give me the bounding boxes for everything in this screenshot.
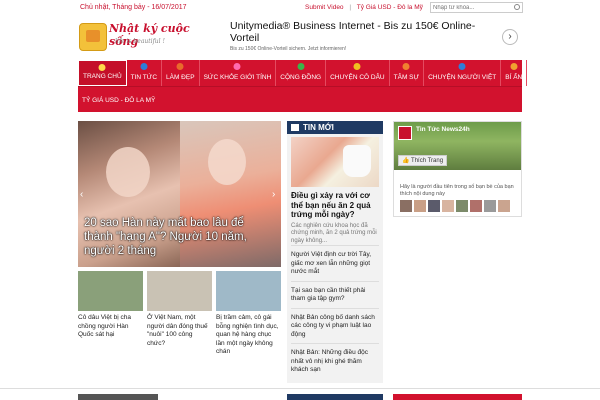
nav-item[interactable]: TÂM SỰ [390, 60, 425, 86]
nav-item-label: TIN TỨC [130, 74, 158, 81]
latest-news-item[interactable]: Người Việt định cư trời Tây, giấc mơ xen… [291, 245, 379, 281]
next-section-header-right [393, 394, 522, 400]
thumbnail-title[interactable]: Bị trầm cảm, cô gái bỗng nghiện tình dục… [216, 314, 281, 357]
thumbnail-title[interactable]: Ở Việt Nam, một người dân đóng thuế "nuô… [147, 314, 212, 348]
logo-icon [79, 23, 107, 51]
nav-item-label: CỘNG ĐỒNG [280, 74, 322, 81]
next-section-header-left [78, 394, 158, 400]
latest-news-item[interactable]: Tại sao bạn cần thiết phải tham gia tập … [291, 280, 379, 308]
latest-news-main-title[interactable]: Điều gì xảy ra với cơ thể bạn nếu ăn 2 q… [291, 191, 379, 220]
link-separator: | [349, 4, 352, 11]
nav-item-label: TRANG CHỦ [83, 73, 122, 80]
facebook-like-button[interactable]: 👍 Thích Trang [398, 155, 448, 166]
thumbnail-article[interactable]: Bị trầm cảm, cô gái bỗng nghiện tình dục… [216, 271, 281, 357]
current-date: Chủ nhật, Tháng bảy - 16/07/2017 [80, 4, 187, 11]
friend-avatar [414, 200, 426, 212]
latest-news-main-desc: Các nghiên cứu khoa học đã chứng minh, ă… [291, 222, 377, 244]
nav-item[interactable]: BÍ ẨN [501, 60, 528, 86]
nav-item-label: CHUYỆN NGƯỜI VIỆT [428, 74, 497, 81]
nav-item-exchange-rate[interactable]: TỶ GIÁ USD - ĐÔ LA MỸ [78, 87, 159, 113]
friend-avatar [428, 200, 440, 212]
nav-category-icon [140, 63, 148, 70]
friend-avatar [456, 200, 468, 212]
exchange-rate-link[interactable]: Tỷ Giá USD - Đô la Mỹ [357, 4, 423, 11]
facebook-page-name[interactable]: Tin Tức News24h [416, 126, 470, 133]
featured-article[interactable]: 20 sao Hàn này mất bao lâu để thành "hạn… [78, 121, 281, 267]
friend-avatar [470, 200, 482, 212]
nav-item-label: TÂM SỰ [393, 74, 420, 81]
submit-video-link[interactable]: Submit Video [305, 4, 344, 11]
nav-category-icon [402, 63, 410, 70]
featured-portrait-1 [106, 147, 150, 197]
search-icon[interactable] [514, 4, 520, 10]
friend-avatar [442, 200, 454, 212]
thumbnail-article[interactable]: Ở Việt Nam, một người dân đóng thuế "nuô… [147, 271, 212, 348]
nav-item[interactable]: CHUYỆN CÔ DÂU [326, 60, 390, 86]
nav-category-icon [458, 63, 466, 70]
latest-news-panel: TIN MỚI Điều gì xảy ra với cơ thể bạn nế… [287, 121, 383, 383]
search-box[interactable] [430, 2, 523, 13]
thumbnail-image[interactable] [78, 271, 143, 311]
nav-category-icon [176, 63, 184, 70]
ad-title[interactable]: Unitymedia® Business Internet - Bis zu 1… [230, 20, 490, 44]
advertisement[interactable]: Unitymedia® Business Internet - Bis zu 1… [230, 20, 522, 52]
thumbnail-image[interactable] [147, 271, 212, 311]
news-flag-icon [291, 124, 299, 131]
nav-item[interactable]: SỨC KHỎE GIỚI TÍNH [200, 60, 277, 86]
nav-category-icon [297, 63, 305, 70]
nav-category-icon [353, 63, 361, 70]
main-navigation: TRANG CHỦ TIN TỨC LÀM ĐẸP SỨC KHỎE GIỚI TÍN… [78, 60, 528, 112]
facebook-friends-text: Hãy là người đầu tiên trong số bạn bè củ… [400, 184, 514, 197]
friend-avatar [400, 200, 412, 212]
facebook-like-label: Thích Trang [411, 158, 444, 164]
site-logo[interactable]: Nhật ký cuộc sống life is beautiful ! [79, 20, 207, 54]
latest-news-header: TIN MỚI [287, 121, 383, 134]
nav-item[interactable]: CỘNG ĐỒNG [276, 60, 327, 86]
latest-news-list: Người Việt định cư trời Tây, giấc mơ xen… [291, 245, 379, 379]
like-icon: 👍 [402, 158, 410, 164]
nav-category-icon [510, 63, 518, 70]
latest-news-title: TIN MỚI [303, 123, 334, 132]
next-section-header-middle [287, 394, 383, 400]
nav-item[interactable]: CHUYỆN NGƯỜI VIỆT [424, 60, 502, 86]
nav-item[interactable]: LÀM ĐẸP [162, 60, 200, 86]
latest-news-image[interactable] [291, 137, 379, 187]
top-links: Submit Video | Tỷ Giá USD - Đô la Mỹ [305, 4, 427, 11]
nav-item-label: LÀM ĐẸP [166, 74, 195, 81]
facebook-page-box: Tin Tức News24h 👍 Thích Trang Hãy là ngư… [393, 121, 522, 217]
latest-news-item[interactable]: Nhật Bản công bố danh sách các công ty v… [291, 307, 379, 344]
facebook-friend-avatars [400, 200, 512, 212]
nav-item-label: SỨC KHỎE GIỚI TÍNH [203, 74, 272, 81]
nav-category-icon [98, 64, 106, 71]
featured-portrait-2 [208, 139, 246, 185]
ad-subtitle: Bis zu 150€ Online-Vorteil sichern. Jetz… [230, 46, 347, 52]
search-input[interactable] [431, 3, 511, 12]
top-bar: Chủ nhật, Tháng bảy - 16/07/2017 Submit … [0, 0, 600, 16]
latest-news-item[interactable]: Nhật Bản: Những điều độc nhất vô nhị khi… [291, 343, 379, 379]
nav-category-icon [233, 63, 241, 70]
nav-row-secondary: TỶ GIÁ USD - ĐÔ LA MỸ [78, 86, 522, 112]
nav-item[interactable]: TIN TỨC [127, 60, 163, 86]
slider-prev-icon[interactable]: ‹ [80, 189, 83, 200]
friend-avatar [484, 200, 496, 212]
facebook-page-avatar[interactable] [398, 126, 412, 140]
thumbnail-image[interactable] [216, 271, 281, 311]
thumbnail-article[interactable]: Cô dâu Việt bị cha chồng người Hàn Quốc … [78, 271, 143, 340]
slider-next-icon[interactable]: › [272, 189, 275, 200]
nav-item[interactable]: TRANG CHỦ [78, 60, 127, 86]
ad-arrow-button[interactable]: › [502, 29, 518, 45]
nav-item-label: CHUYỆN CÔ DÂU [330, 74, 385, 81]
friend-avatar [498, 200, 510, 212]
nav-item-label: BÍ ẨN [505, 74, 523, 81]
featured-caption[interactable]: 20 sao Hàn này mất bao lâu để thành "hạn… [84, 216, 274, 258]
nav-row-primary: TRANG CHỦ TIN TỨC LÀM ĐẸP SỨC KHỎE GIỚI TÍN… [78, 60, 528, 86]
thumbnail-title[interactable]: Cô dâu Việt bị cha chồng người Hàn Quốc … [78, 314, 143, 340]
logo-subtitle: life is beautiful ! [115, 38, 165, 45]
